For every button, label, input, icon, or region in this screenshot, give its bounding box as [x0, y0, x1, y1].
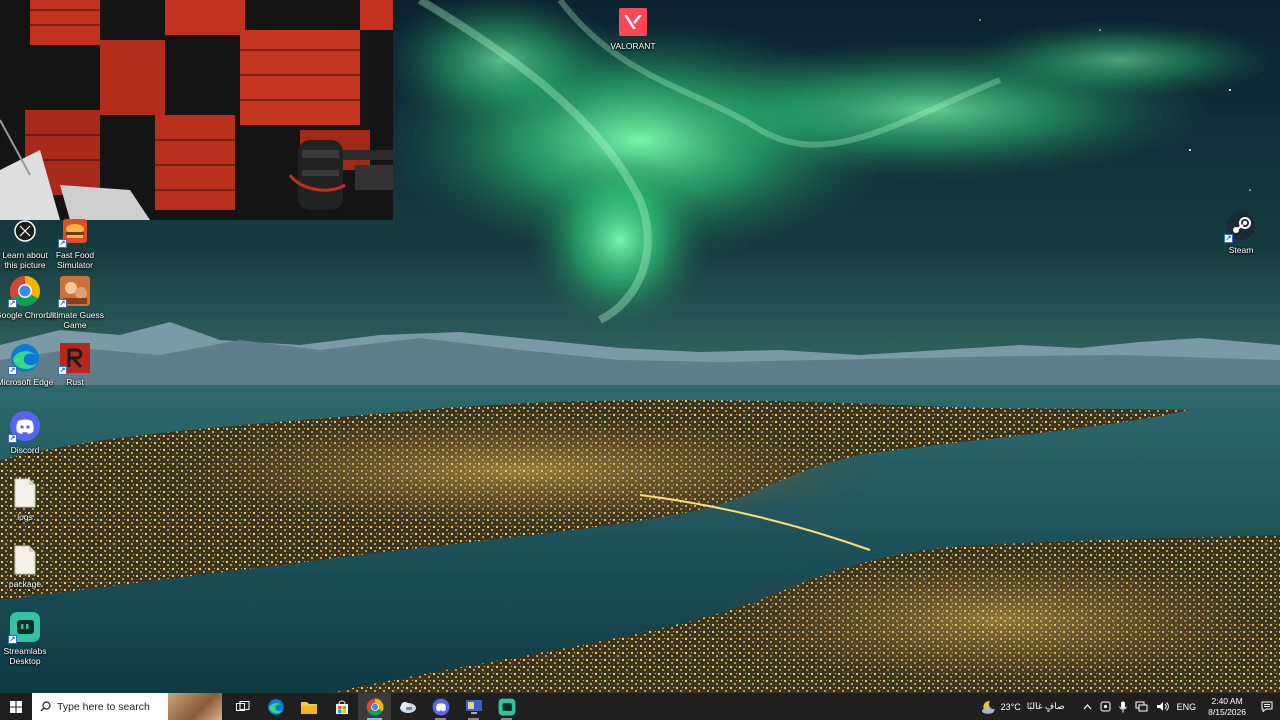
discord-shortcut[interactable]: ↗ Discord: [0, 409, 55, 455]
windows-logo-icon: [10, 700, 22, 713]
start-button[interactable]: [0, 693, 32, 720]
taskbar-edge[interactable]: [259, 693, 292, 720]
ultimate-guess-game-shortcut[interactable]: ↗ Ultimate Guess Game: [45, 274, 105, 330]
chevron-up-icon: [1083, 703, 1092, 709]
package-file[interactable]: package: [0, 543, 55, 589]
discord-icon: ↗: [8, 409, 42, 443]
steam-shortcut[interactable]: ↗ Steam: [1211, 209, 1271, 255]
language-indicator[interactable]: ENG: [1173, 702, 1201, 712]
weather-condition: صافٍ غالبًا: [1026, 701, 1065, 711]
clock-time: 2:40 AM: [1211, 695, 1243, 706]
show-hidden-icons-button[interactable]: [1079, 703, 1096, 710]
weather-moon-cloud-icon: [981, 700, 995, 714]
folder-icon: [300, 701, 317, 714]
rust-shortcut[interactable]: ↗ Rust: [45, 341, 105, 387]
desktop-icon-label: Steam: [1228, 245, 1254, 255]
volume-button[interactable]: [1152, 701, 1173, 712]
microphone-button[interactable]: [1115, 701, 1131, 713]
webcam-feed: [0, 0, 393, 220]
streamlabs-icon: [498, 698, 515, 715]
task-view-icon: [235, 700, 249, 711]
clock-date: 8/15/2026: [1208, 706, 1246, 717]
taskbar-microsoft-store[interactable]: [325, 693, 358, 720]
desktop-icon-label: Discord: [10, 445, 40, 455]
file-icon: [8, 543, 42, 577]
chrome-icon: ↗: [8, 274, 42, 308]
valorant-icon: [616, 5, 650, 39]
edge-icon: [267, 698, 284, 715]
discord-icon: [432, 698, 449, 715]
streamlabs-desktop-shortcut[interactable]: ↗ Streamlabs Desktop: [0, 610, 55, 666]
taskbar-file-explorer[interactable]: [292, 693, 325, 720]
chrome-icon: [366, 698, 383, 715]
edge-icon: ↗: [8, 341, 42, 375]
notification-icon: [1261, 701, 1273, 712]
network-button[interactable]: [1131, 701, 1152, 712]
store-icon: [335, 700, 348, 714]
rust-icon: ↗: [58, 341, 92, 375]
taskbar-streamlabs[interactable]: [490, 693, 523, 720]
ethernet-icon: [1135, 701, 1148, 712]
search-placeholder: Type here to search: [57, 700, 150, 713]
microphone-icon: [1118, 701, 1127, 712]
taskbar-discord[interactable]: [424, 693, 457, 720]
speaker-icon: [1156, 702, 1169, 711]
taskbar-search-box[interactable]: Type here to search: [32, 693, 222, 720]
taskbar-cloud-app[interactable]: [391, 693, 424, 720]
desktop-icon-label: Ultimate Guess Game: [45, 310, 105, 330]
language-label: ENG: [1176, 701, 1197, 712]
taskbar-google-chrome[interactable]: [358, 693, 391, 720]
system-tray: 23°C صافٍ غالبًا ENG 2:40 AM 8/15/2026: [977, 693, 1280, 720]
tray-app-button[interactable]: [1096, 701, 1115, 712]
weather-temperature: 23°C: [1000, 701, 1021, 712]
cloud-app-icon: [399, 701, 416, 713]
camera-icon: [8, 214, 42, 248]
streamlabs-icon: ↗: [8, 610, 42, 644]
guess-game-icon: ↗: [58, 274, 92, 308]
fast-food-simulator-shortcut[interactable]: ↗ Fast Food Simulator: [45, 214, 105, 270]
valorant-shortcut[interactable]: VALORANT: [603, 5, 663, 51]
screen-app-icon: [465, 699, 482, 714]
webcam-overlay: [0, 0, 393, 220]
taskbar-screen-app[interactable]: [457, 693, 490, 720]
taskbar: Type here to search 23°C صافٍ غالبًا ENG…: [0, 693, 1280, 720]
search-highlight-image: [168, 693, 222, 720]
search-icon: [40, 701, 51, 712]
logs-file[interactable]: logs: [0, 476, 55, 522]
desktop-icon-label: Streamlabs Desktop: [3, 646, 47, 666]
desktop-icon-label: Rust: [66, 377, 84, 387]
weather-widget[interactable]: 23°C صافٍ غالبًا: [977, 700, 1069, 714]
clock[interactable]: 2:40 AM 8/15/2026: [1200, 696, 1254, 718]
task-view-button[interactable]: [226, 693, 259, 720]
steam-icon: ↗: [1224, 209, 1258, 243]
desktop-icon-label: logs: [17, 512, 33, 522]
desktop-icon-label: Fast Food Simulator: [55, 250, 95, 270]
desktop-icon-label: VALORANT: [610, 41, 656, 51]
notification-center-button[interactable]: [1254, 693, 1280, 720]
file-icon: [8, 476, 42, 510]
desktop-icon-label: package: [8, 579, 42, 589]
burger-icon: ↗: [58, 214, 92, 248]
tray-app-icon: [1100, 701, 1111, 712]
